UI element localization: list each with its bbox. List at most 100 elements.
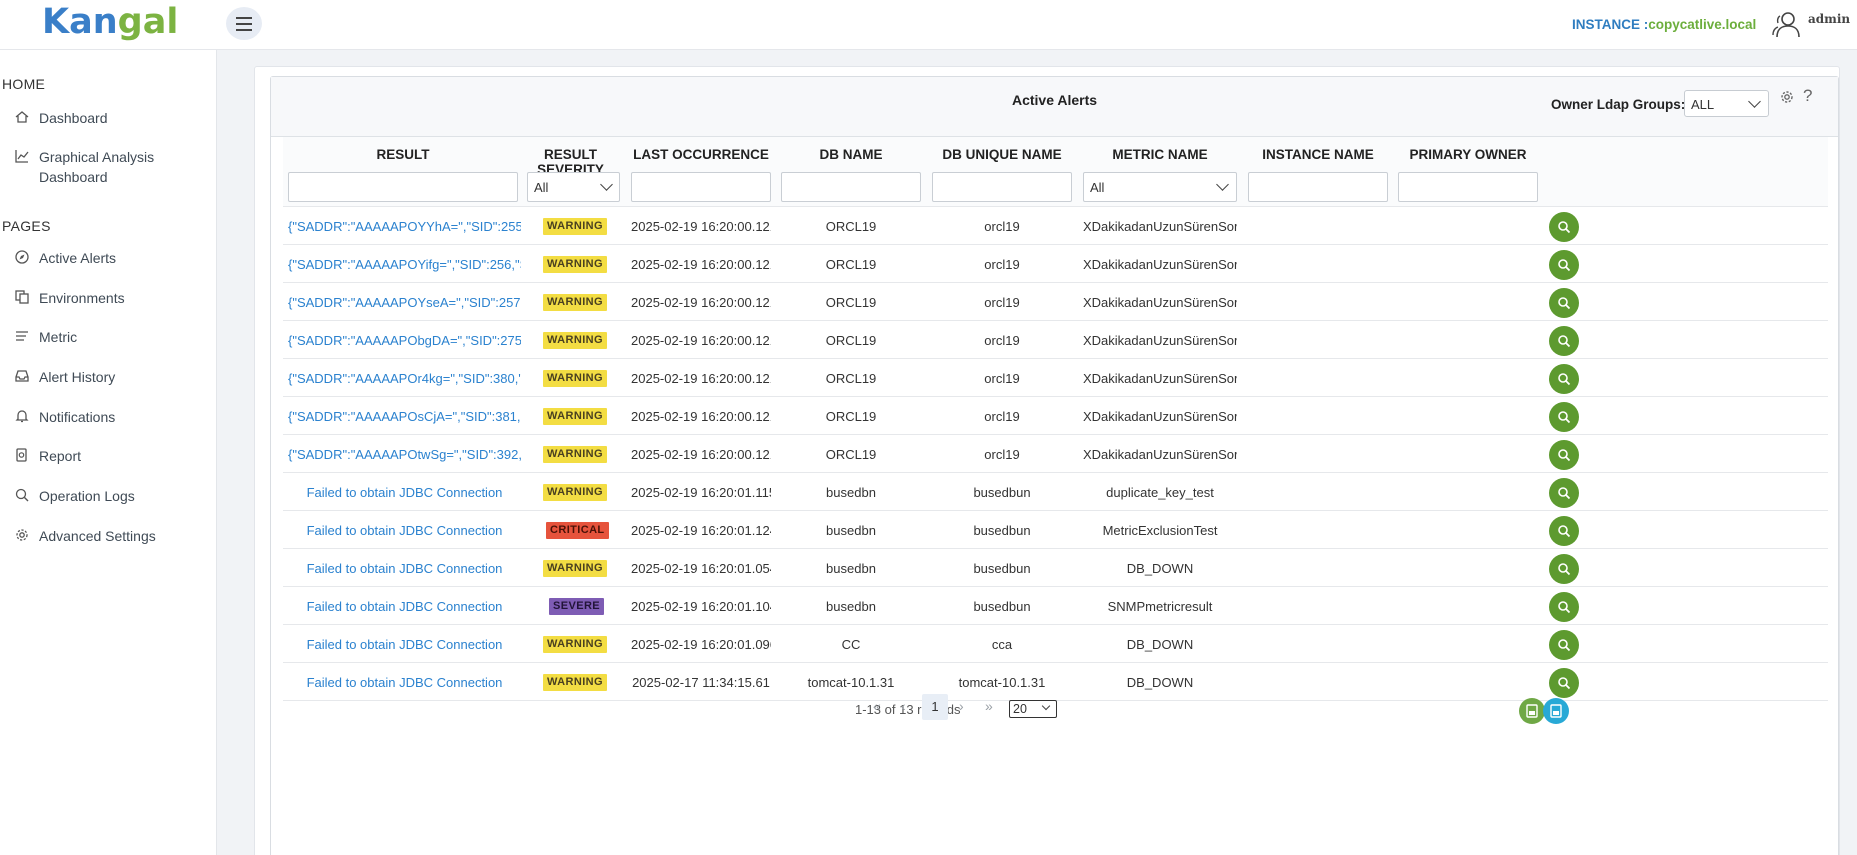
- result-filter-input[interactable]: [288, 172, 518, 202]
- table-row[interactable]: {"SADDR":"AAAAAPObgDA=","SID":275,"SERIA…: [283, 321, 1828, 359]
- result-cell[interactable]: {"SADDR":"AAAAAPOtwSg=","SID":392,"SERIA…: [288, 447, 521, 462]
- table-row[interactable]: Failed to obtain JDBC Connection 2025-02-…: [283, 625, 1828, 663]
- view-alert-button[interactable]: [1549, 668, 1579, 698]
- last-occurrence-cell: 2025-02-17 11:34:15.61: [632, 675, 770, 690]
- sidebar-item-report[interactable]: Report: [14, 446, 209, 466]
- last-occurrence-cell: 2025-02-19 16:20:00.121: [631, 257, 771, 272]
- search-icon: [1558, 601, 1571, 614]
- sidebar-item-environments[interactable]: Environments: [14, 288, 209, 308]
- list-icon: [16, 331, 28, 341]
- metric-name-filter-select[interactable]: All: [1083, 172, 1237, 202]
- compass-icon: [15, 250, 29, 264]
- table-row[interactable]: Failed to obtain JDBC Connection 2025-02-…: [283, 473, 1828, 511]
- column-header-db-unique-name[interactable]: DB UNIQUE NAME: [932, 147, 1072, 162]
- view-alert-button[interactable]: [1549, 440, 1579, 470]
- view-alert-button[interactable]: [1549, 212, 1579, 242]
- export-excel-button[interactable]: [1519, 698, 1545, 724]
- table-row[interactable]: Failed to obtain JDBC Connection 2025-02-…: [283, 549, 1828, 587]
- app-logo[interactable]: Kangal: [42, 2, 178, 42]
- column-header-last-occurrence[interactable]: LAST OCCURRENCE: [631, 147, 771, 162]
- active-alerts-panel: Active Alerts Owner Ldap Groups: ALL ? R…: [270, 76, 1839, 855]
- save-icon: [1550, 704, 1562, 718]
- user-icon[interactable]: [1770, 8, 1804, 42]
- sidebar-item-notifications[interactable]: Notifications: [14, 407, 209, 427]
- severity-badge: CRITICAL: [546, 522, 609, 539]
- view-alert-button[interactable]: [1549, 250, 1579, 280]
- table-row[interactable]: {"SADDR":"AAAAAPOYseA=","SID":257,"SERIA…: [283, 283, 1828, 321]
- page-button-current[interactable]: 1: [922, 694, 948, 720]
- primary-owner-filter-input[interactable]: [1398, 172, 1538, 202]
- column-header-db-name[interactable]: DB NAME: [781, 147, 921, 162]
- search-icon: [1558, 563, 1571, 576]
- user-name[interactable]: admin: [1808, 12, 1850, 26]
- section-title-pages: PAGES: [2, 218, 51, 234]
- sidebar-item-active-alerts[interactable]: Active Alerts: [14, 248, 209, 268]
- result-cell[interactable]: {"SADDR":"AAAAAPOYifg=","SID":256,"SERIA…: [288, 257, 521, 272]
- sidebar-item-dashboard[interactable]: Dashboard: [14, 108, 209, 128]
- table-row[interactable]: {"SADDR":"AAAAAPOYifg=","SID":256,"SERIA…: [283, 245, 1828, 283]
- view-alert-button[interactable]: [1549, 402, 1579, 432]
- db-unique-name-cell: orcl19: [984, 219, 1020, 234]
- view-alert-button[interactable]: [1549, 478, 1579, 508]
- sidebar-item-metric[interactable]: Metric: [14, 327, 209, 347]
- search-icon: [1558, 335, 1571, 348]
- result-cell[interactable]: Failed to obtain JDBC Connection: [288, 561, 521, 576]
- result-cell[interactable]: Failed to obtain JDBC Connection: [288, 599, 521, 614]
- column-header-metric-name[interactable]: METRIC NAME: [1083, 147, 1237, 162]
- view-alert-button[interactable]: [1549, 288, 1579, 318]
- table-row[interactable]: {"SADDR":"AAAAAPOr4kg=","SID":380,"SERIA…: [283, 359, 1828, 397]
- gear-icon[interactable]: [1779, 89, 1795, 105]
- db-unique-name-cell: busedbun: [973, 485, 1031, 500]
- sidebar-item-alert-history[interactable]: Alert History: [14, 367, 209, 387]
- db-name-cell: ORCL19: [825, 371, 877, 386]
- owner-ldap-groups-label: Owner Ldap Groups:: [1551, 97, 1686, 112]
- menu-toggle-button[interactable]: [226, 7, 262, 40]
- column-header-primary-owner[interactable]: PRIMARY OWNER: [1397, 147, 1539, 162]
- export-csv-button[interactable]: [1543, 698, 1569, 724]
- column-header-result[interactable]: RESULT: [288, 147, 518, 162]
- last-occurrence-filter-input[interactable]: [631, 172, 771, 202]
- page-size-select[interactable]: 20: [1009, 700, 1057, 718]
- table-row[interactable]: {"SADDR":"AAAAAPOsCjA=","SID":381,"SERIA…: [283, 397, 1828, 435]
- result-cell[interactable]: Failed to obtain JDBC Connection: [288, 523, 521, 538]
- owner-ldap-groups-select[interactable]: ALL: [1684, 90, 1769, 117]
- sidebar-item-label: Active Alerts: [39, 250, 117, 266]
- severity-filter-select[interactable]: All: [527, 172, 620, 202]
- result-cell[interactable]: {"SADDR":"AAAAAPOYseA=","SID":257,"SERIA…: [288, 295, 521, 310]
- table-row[interactable]: Failed to obtain JDBC Connection 2025-02-…: [283, 587, 1828, 625]
- view-alert-button[interactable]: [1549, 554, 1579, 584]
- chevron-down-icon: [1041, 701, 1051, 711]
- result-cell[interactable]: {"SADDR":"AAAAAPOsCjA=","SID":381,"SERIA…: [288, 409, 521, 424]
- table-row[interactable]: Failed to obtain JDBC Connection 2025-02-…: [283, 511, 1828, 549]
- result-cell[interactable]: {"SADDR":"AAAAAPOr4kg=","SID":380,"SERIA…: [288, 371, 521, 386]
- next-page-button[interactable]: ›: [959, 698, 964, 714]
- db-unique-name-filter-input[interactable]: [932, 172, 1072, 202]
- result-cell[interactable]: Failed to obtain JDBC Connection: [288, 637, 521, 652]
- view-alert-button[interactable]: [1549, 364, 1579, 394]
- help-icon[interactable]: ?: [1803, 86, 1812, 106]
- instance-name-filter-input[interactable]: [1248, 172, 1388, 202]
- view-alert-button[interactable]: [1549, 326, 1579, 356]
- table-row[interactable]: Failed to obtain JDBC Connection 2025-02-…: [283, 663, 1828, 701]
- view-alert-button[interactable]: [1549, 630, 1579, 660]
- view-alert-button[interactable]: [1549, 516, 1579, 546]
- db-name-cell: busedbn: [826, 561, 876, 576]
- chevron-down-icon: [600, 178, 613, 191]
- view-alert-button[interactable]: [1549, 592, 1579, 622]
- last-page-button[interactable]: »: [985, 698, 993, 714]
- result-cell[interactable]: Failed to obtain JDBC Connection: [288, 675, 521, 690]
- result-cell[interactable]: {"SADDR":"AAAAAPOYYhA=","SID":255,"SERIA…: [288, 219, 521, 234]
- db-unique-name-cell: orcl19: [984, 295, 1020, 310]
- first-page-button[interactable]: «: [873, 698, 881, 714]
- db-name-filter-input[interactable]: [781, 172, 921, 202]
- sidebar: HOME Dashboard Graphical Analysis Dashbo…: [0, 50, 217, 855]
- result-cell[interactable]: Failed to obtain JDBC Connection: [288, 485, 521, 500]
- table-row[interactable]: {"SADDR":"AAAAAPOtwSg=","SID":392,"SERIA…: [283, 435, 1828, 473]
- column-header-instance-name[interactable]: INSTANCE NAME: [1248, 147, 1388, 162]
- table-row[interactable]: {"SADDR":"AAAAAPOYYhA=","SID":255,"SERIA…: [283, 207, 1828, 245]
- sidebar-item-operation-logs[interactable]: Operation Logs: [14, 486, 209, 506]
- sidebar-item-advanced-settings[interactable]: Advanced Settings: [14, 526, 209, 546]
- prev-page-button[interactable]: ‹: [901, 698, 906, 714]
- result-cell[interactable]: {"SADDR":"AAAAAPObgDA=","SID":275,"SERIA…: [288, 333, 521, 348]
- sidebar-item-graphical-analysis[interactable]: Graphical Analysis Dashboard: [14, 147, 209, 187]
